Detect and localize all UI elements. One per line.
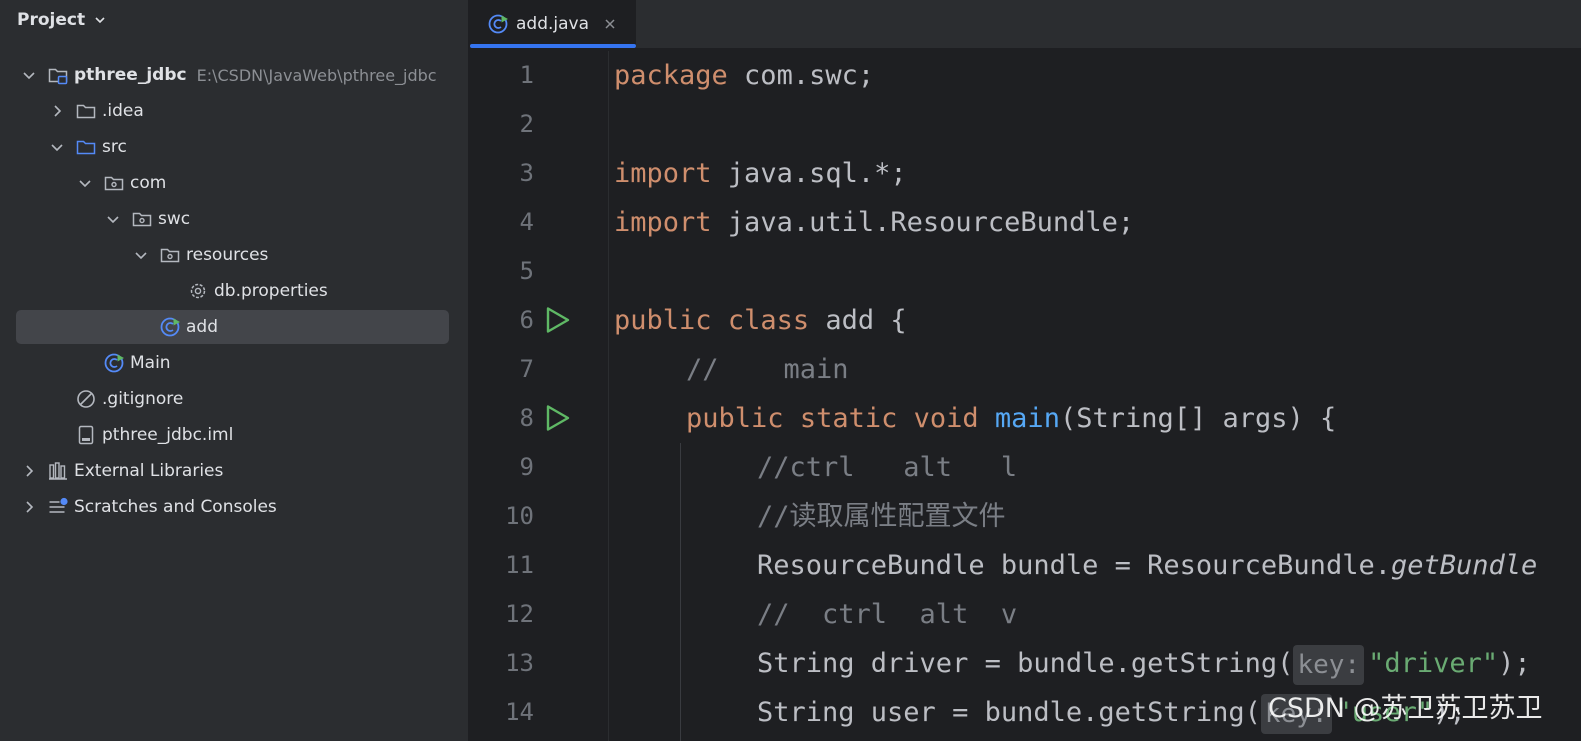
project-title: Project: [17, 10, 86, 30]
tree-item-label: resources: [186, 245, 269, 265]
chevron-down-icon: [95, 17, 105, 24]
chevron-right-icon[interactable]: [21, 463, 37, 479]
line-number: 10: [505, 502, 534, 530]
tree-item-label: db.properties: [214, 281, 328, 301]
tree-item-label: src: [102, 137, 127, 157]
tree-item-com[interactable]: com: [0, 165, 468, 201]
source-folder-icon: [76, 140, 96, 155]
line-number: 6: [519, 306, 534, 334]
watermark: CSDN @苏卫苏卫苏卫: [1268, 693, 1543, 724]
java-class-run-icon: [488, 14, 508, 34]
project-tool-window: Project pthree_jdbc E:\CSDN\JavaWeb\pthr…: [0, 0, 468, 741]
gear-icon: [190, 283, 206, 299]
line-number: 12: [505, 600, 534, 628]
tree-item-add[interactable]: add: [0, 309, 468, 345]
tree-item-label: swc: [158, 209, 191, 229]
tree-item-swc[interactable]: swc: [0, 201, 468, 237]
gutter-separator: [608, 51, 609, 741]
scratches-icon: [49, 497, 68, 513]
chevron-down-icon[interactable]: [49, 139, 65, 155]
tree-item-idea[interactable]: .idea: [0, 93, 468, 129]
line-number: 11: [505, 551, 534, 579]
package-icon: [160, 248, 180, 263]
tree-item-label: Main: [130, 353, 171, 373]
line-number: 14: [505, 698, 534, 726]
code-line-13: String driver = bundle.getString(key: "dr…: [757, 639, 1531, 688]
java-class-run-icon: [104, 353, 124, 373]
chevron-right-icon[interactable]: [49, 103, 65, 119]
tree-item-gitignore[interactable]: .gitignore: [0, 381, 468, 417]
line-number: 8: [519, 404, 534, 432]
module-folder-icon: [48, 68, 68, 85]
tree-item-main[interactable]: Main: [0, 345, 468, 381]
package-icon: [104, 176, 124, 191]
ide-window: Project pthree_jdbc E:\CSDN\JavaWeb\pthr…: [0, 0, 1581, 741]
active-tab-indicator: [470, 44, 636, 48]
code-line-8: public static void main(String[] args) {: [686, 403, 1337, 434]
tree-item-label: com: [130, 173, 167, 193]
line-number: 4: [519, 208, 534, 236]
chevron-right-icon[interactable]: [21, 499, 37, 515]
package-icon: [132, 212, 152, 227]
code-line-3: import java.sql.*;: [614, 158, 907, 189]
tree-item-iml[interactable]: pthree_jdbc.iml: [0, 417, 468, 453]
code-line-10: //读取属性配置文件: [757, 501, 1006, 532]
library-icon: [49, 462, 67, 480]
line-number: 13: [505, 649, 534, 677]
code-line-4: import java.util.ResourceBundle;: [614, 207, 1135, 238]
line-number: 5: [519, 257, 534, 285]
line-number: 1: [519, 61, 534, 89]
code-line-11: ResourceBundle bundle = ResourceBundle.g…: [757, 550, 1538, 581]
code-line-9: //ctrl alt l: [757, 452, 1018, 483]
tab-add-java[interactable]: add.java: [468, 0, 636, 48]
code-line-7: // main: [686, 354, 849, 385]
chevron-down-icon[interactable]: [21, 67, 37, 83]
editor-tab-bar: add.java: [468, 0, 1581, 49]
module-file-icon: [78, 425, 94, 445]
tree-item-label: pthree_jdbc.iml: [102, 425, 234, 445]
line-number: 9: [519, 453, 534, 481]
tree-item-external-libraries[interactable]: External Libraries: [0, 453, 468, 489]
code-line-12: // ctrl alt v: [757, 599, 1018, 630]
code-line-1: package com.swc;: [614, 60, 875, 91]
editor-area: add.java 1 2 3 4 5 6 7 8 9 10 11 12 13 1…: [468, 0, 1581, 741]
chevron-down-icon[interactable]: [105, 211, 121, 227]
tree-item-label: External Libraries: [74, 461, 224, 481]
chevron-down-icon[interactable]: [77, 175, 93, 191]
project-view-selector[interactable]: Project: [17, 7, 107, 33]
folder-icon: [76, 104, 96, 119]
tab-label: add.java: [516, 14, 590, 34]
tree-item-label: add: [186, 317, 218, 337]
parameter-hint: key:: [1293, 644, 1365, 685]
tree-item-pthree-jdbc[interactable]: pthree_jdbc E:\CSDN\JavaWeb\pthree_jdbc: [0, 57, 468, 93]
line-number: 7: [519, 355, 534, 383]
tree-item-resources[interactable]: resources: [0, 237, 468, 273]
tree-item-db-properties[interactable]: db.properties: [0, 273, 468, 309]
line-number: 3: [519, 159, 534, 187]
java-class-run-icon: [160, 317, 180, 337]
tree-item-label: .idea: [102, 101, 144, 121]
run-gutter-icon[interactable]: [542, 305, 572, 335]
line-number: 2: [519, 110, 534, 138]
code-line-6: public class add {: [614, 305, 907, 336]
project-tree: pthree_jdbc E:\CSDN\JavaWeb\pthree_jdbc …: [0, 57, 468, 525]
root-project-path: E:\CSDN\JavaWeb\pthree_jdbc: [196, 65, 437, 85]
line-number-gutter: 1 2 3 4 5 6 7 8 9 10 11 12 13 14: [468, 51, 608, 741]
chevron-down-icon[interactable]: [133, 247, 149, 263]
run-gutter-icon[interactable]: [542, 403, 572, 433]
tree-item-scratches[interactable]: Scratches and Consoles: [0, 489, 468, 525]
code-editor[interactable]: package com.swc; import java.sql.*; impo…: [614, 51, 1581, 741]
tree-item-src[interactable]: src: [0, 129, 468, 165]
close-icon[interactable]: [603, 17, 617, 31]
ignore-file-icon: [77, 390, 95, 408]
tree-item-label: Scratches and Consoles: [74, 497, 277, 517]
tree-item-label: .gitignore: [102, 389, 184, 409]
root-project-label: pthree_jdbc: [74, 65, 187, 85]
